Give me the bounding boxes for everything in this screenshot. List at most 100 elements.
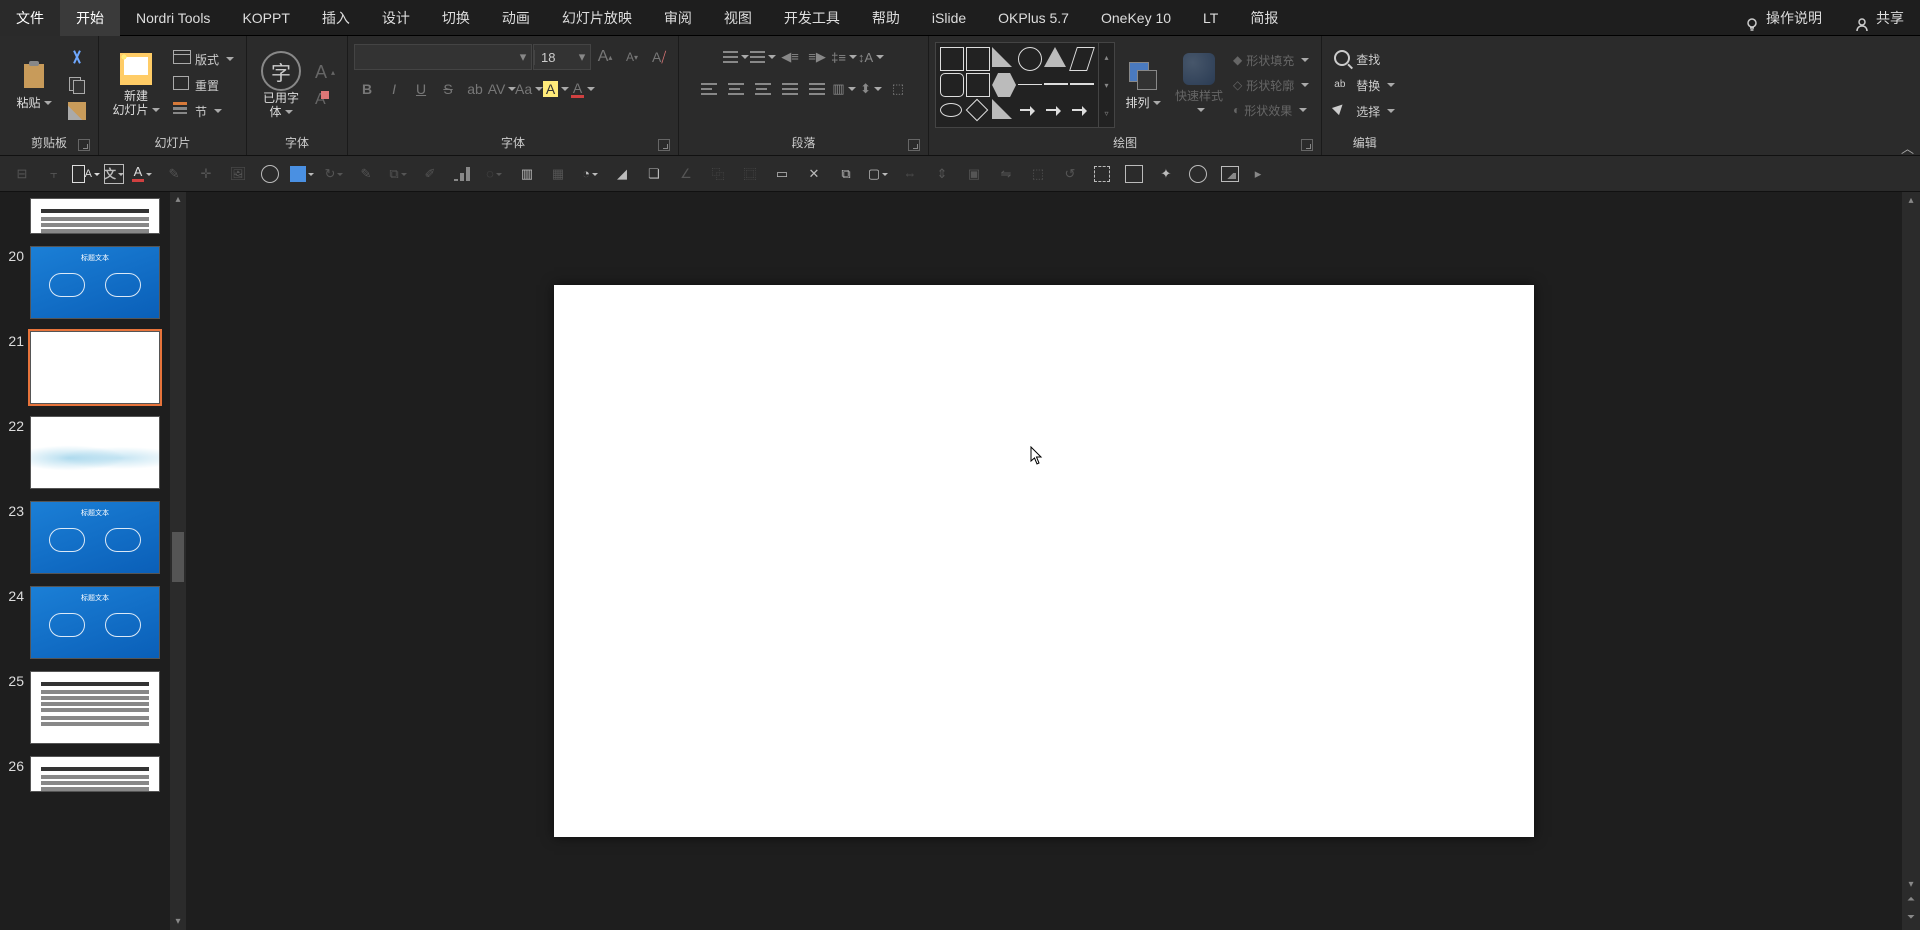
thumb-slide[interactable]: 标题文本 [30,501,160,574]
tb-aligngrp[interactable]: ▣ [960,160,988,188]
tb-angle[interactable]: ∠ [672,160,700,188]
quick-styles-button[interactable]: 快速样式 [1171,41,1227,129]
tb-distH[interactable]: ⇔ [896,160,924,188]
columns-button[interactable]: ▥ [831,76,857,102]
section-button[interactable]: 节 [169,100,238,122]
tab-transition[interactable]: 切换 [426,0,486,36]
shrink-font-a[interactable]: A [311,89,339,111]
tb-rot[interactable]: ↻ [320,160,348,188]
tb-marquee[interactable] [1088,160,1116,188]
shape-effects-button[interactable]: ◐形状效果 [1229,100,1313,121]
shapes-gallery[interactable] [935,42,1099,128]
cut-button[interactable] [64,48,90,70]
tab-koppt[interactable]: KOPPT [226,0,305,36]
tb-overflow[interactable] [1248,160,1268,188]
new-slide-button[interactable]: 新建 幻灯片 [105,41,167,129]
thumb-slide[interactable]: 标题文本 [30,586,160,659]
paste-button[interactable]: 粘贴 [6,41,62,129]
canvas-scroll-up[interactable]: ▴ [1902,192,1920,210]
font-dialog-launcher[interactable] [658,139,670,151]
tab-view[interactable]: 视图 [708,0,768,36]
tb-columns[interactable]: ▥ [512,160,540,188]
slide-canvas[interactable] [554,285,1534,837]
slide-canvas-area[interactable] [186,192,1902,930]
numbering-button[interactable] [750,44,776,70]
find-button[interactable]: 查找 [1330,48,1399,70]
tb-crosshair[interactable]: ✛ [192,160,220,188]
tab-home[interactable]: 开始 [60,0,120,36]
tb-eraser[interactable]: ◢ [608,160,636,188]
reset-button[interactable]: 重置 [169,74,238,96]
tb-fontcolor[interactable]: A [128,160,156,188]
thumb-slide[interactable] [30,671,160,744]
share-button[interactable]: 共享 [1838,0,1920,36]
tab-lt[interactable]: LT [1187,0,1234,36]
thumb-slide[interactable]: 标题文本 [30,246,160,319]
thumb-scroll-down[interactable]: ▾ [170,914,186,930]
line-spacing-button[interactable]: ‡≡ [831,44,857,70]
align-justify-button[interactable] [777,76,803,102]
canvas-scrollbar[interactable]: ▴ ▾ ⏶ ⏷ [1902,192,1920,930]
font-size-input[interactable]: 18 [534,50,574,65]
text-direction-button[interactable]: ↕A [858,44,884,70]
tb-eyedrop2[interactable]: ✐ [416,160,444,188]
italic-button[interactable]: I [381,76,407,102]
tb-circle[interactable] [256,160,284,188]
tb-table[interactable]: ▦ [544,160,572,188]
tb-pen[interactable]: ✎ [352,160,380,188]
tb-pic1[interactable]: 🖼 [224,160,252,188]
ribbon-collapse-button[interactable]: ︿ [1901,138,1914,157]
tb-group[interactable]: ⿴ [736,160,764,188]
thumb-scroll-up[interactable]: ▴ [170,192,186,208]
tb-magic[interactable]: ✦ [1152,160,1180,188]
tab-okplus[interactable]: OKPlus 5.7 [982,0,1085,36]
thumb-row[interactable]: 26 [0,750,170,798]
thumb-slide[interactable] [30,198,160,234]
shape-fill-button[interactable]: ◆形状填充 [1229,50,1313,71]
used-fonts-button[interactable]: 字 已用字 体 [253,41,309,129]
tb-selpane[interactable]: ⧉ [832,160,860,188]
bold-button[interactable]: B [354,76,380,102]
tb-note[interactable]: ▭ [768,160,796,188]
tb-layers[interactable]: ❏ [640,160,668,188]
tab-review[interactable]: 审阅 [648,0,708,36]
tab-nordri[interactable]: Nordri Tools [120,0,226,36]
tb-sendback[interactable]: ⬚ [1024,160,1052,188]
tb-merge[interactable]: ⿻ [704,160,732,188]
tab-help[interactable]: 帮助 [856,0,916,36]
canvas-prev-slide[interactable]: ⏶ [1902,894,1920,912]
thumb-scroll-handle[interactable] [172,532,184,582]
bullets-button[interactable] [723,44,749,70]
clipboard-dialog-launcher[interactable] [78,139,90,151]
strike-button[interactable]: S [435,76,461,102]
select-button[interactable]: 选择 [1330,100,1399,122]
tb-donut[interactable]: ◌ [480,160,508,188]
thumb-slide[interactable] [30,416,160,489]
indent-button[interactable]: ≡▶ [804,44,830,70]
canvas-scroll-down[interactable]: ▾ [1902,876,1920,894]
format-painter-button[interactable] [64,100,90,122]
align-right-button[interactable] [750,76,776,102]
font-color-button[interactable]: A [570,76,596,102]
grow-font-button[interactable]: A▴ [592,44,618,70]
arrange-button[interactable]: 排列 [1115,41,1171,129]
canvas-next-slide[interactable]: ⏷ [1902,912,1920,930]
font-size-combo[interactable]: 18▾ [533,44,591,70]
thumb-slide[interactable] [30,331,160,404]
tab-islide[interactable]: iSlide [916,0,982,36]
shapes-gallery-scroll[interactable]: ▴▾▿ [1099,42,1115,128]
tb-flip[interactable]: ⇋ [992,160,1020,188]
tb-chart[interactable] [448,160,476,188]
tb-align[interactable]: ▢ [864,160,892,188]
shape-outline-button[interactable]: ◇形状轮廓 [1229,75,1313,96]
thumbnail-pane[interactable]: 20标题文本212223标题文本24标题文本2526 ▴ ▾ [0,192,186,930]
thumb-slide[interactable] [30,756,160,792]
tb-image[interactable] [1216,160,1244,188]
font-name-combo[interactable]: ▾ [354,44,532,70]
change-case-button[interactable]: Aa [516,76,542,102]
tab-design[interactable]: 设计 [366,0,426,36]
thumb-row[interactable]: 25 [0,665,170,750]
thumb-row[interactable] [0,192,170,240]
tab-dev[interactable]: 开发工具 [768,0,856,36]
char-spacing-button[interactable]: AV [489,76,515,102]
